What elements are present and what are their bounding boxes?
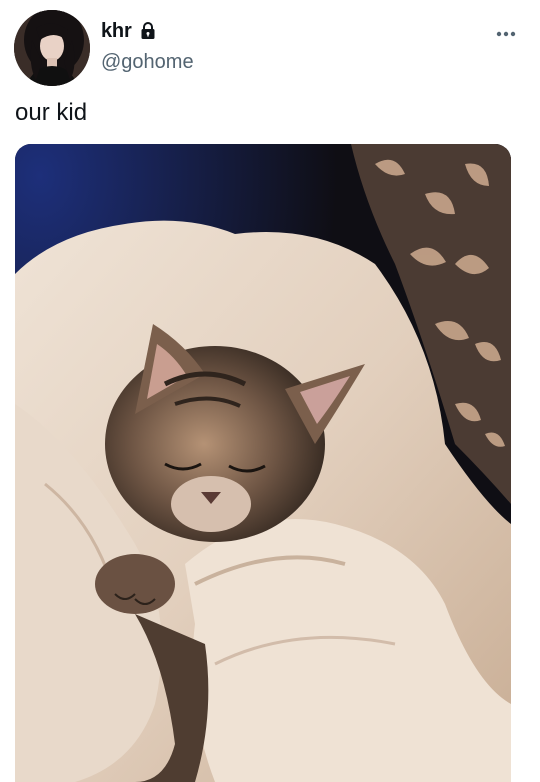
tweet: khr @gohome our kid: [0, 0, 540, 782]
more-horizontal-icon: [496, 31, 516, 37]
name-row: khr: [101, 18, 158, 44]
kitten-photo: [15, 144, 511, 782]
tweet-media[interactable]: [15, 144, 511, 782]
more-button[interactable]: [494, 24, 518, 44]
avatar-photo: [14, 10, 90, 86]
lock-icon: [138, 21, 158, 41]
display-name[interactable]: khr: [101, 20, 132, 43]
tweet-text: our kid: [15, 99, 88, 126]
avatar[interactable]: [14, 10, 90, 86]
user-handle[interactable]: @gohome: [101, 51, 194, 74]
